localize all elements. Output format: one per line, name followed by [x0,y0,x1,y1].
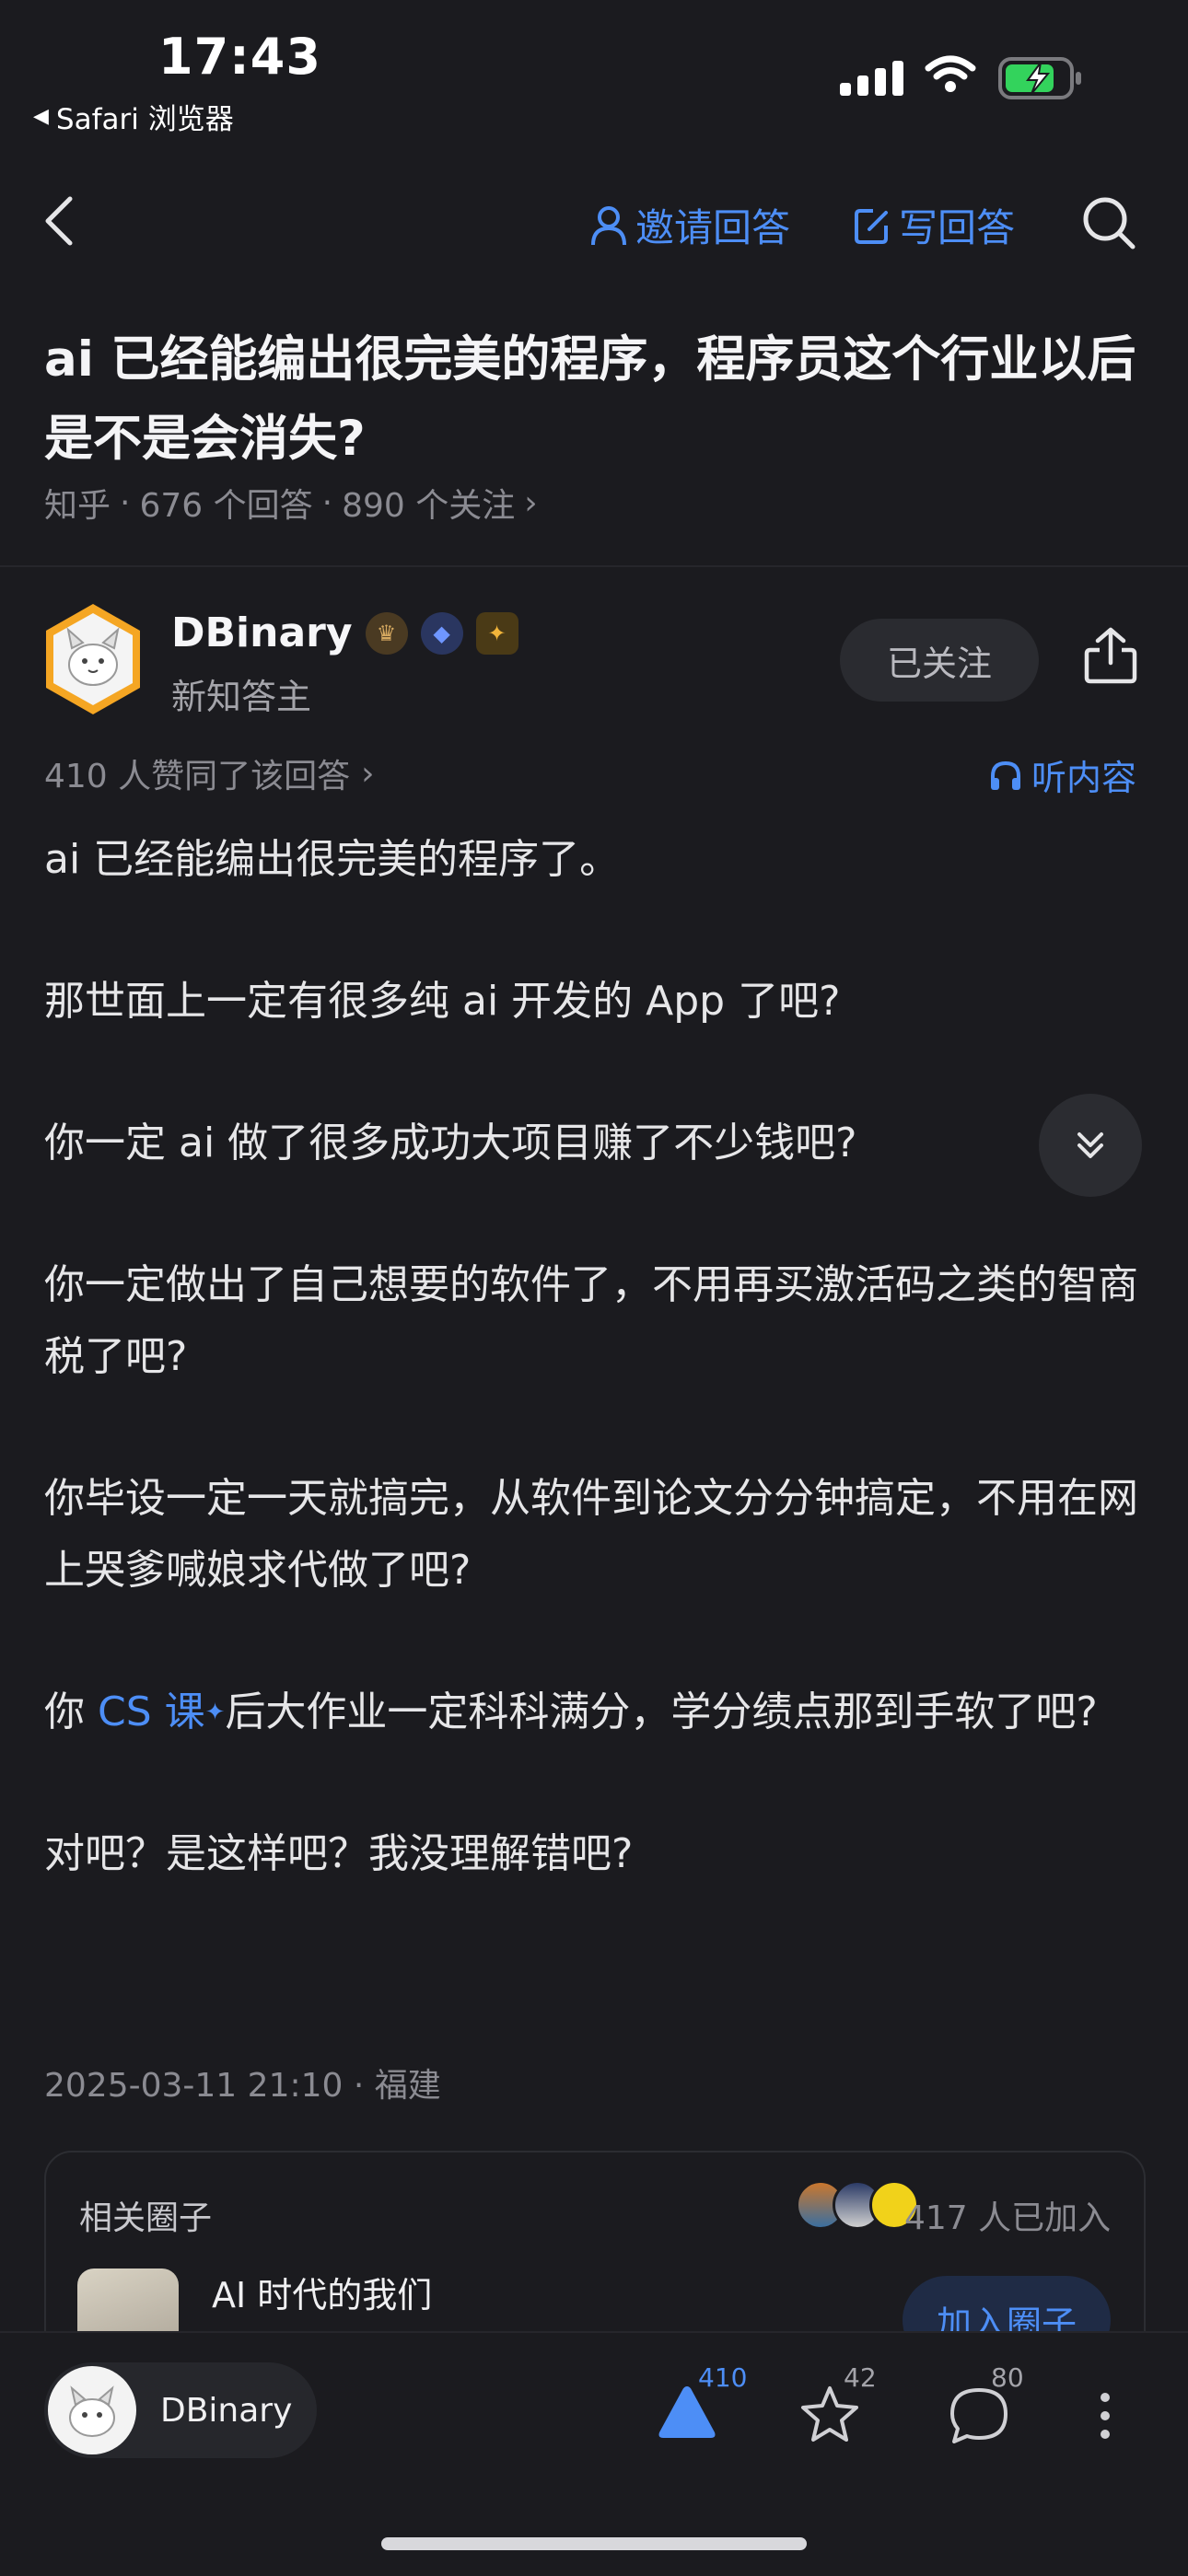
bottom-author-chip[interactable]: DBinary [44,2362,317,2458]
back-triangle-icon: ◀ [33,105,49,128]
upvote-count: 410 [698,2362,748,2393]
sparkle-icon: ✦ [204,1699,226,1726]
answer-content: ai 已经能编出很完美的程序了。 那世面上一定有很多纯 ai 开发的 App 了… [44,824,1149,1960]
double-chevron-down-icon [1077,1132,1103,1158]
more-button[interactable] [1098,2390,1112,2445]
question-meta[interactable]: 知乎 · 676 个回答 · 890 个关注 › [44,479,538,527]
home-indicator[interactable] [381,2537,807,2550]
cs-course-link[interactable]: CS 课 [98,1688,205,1735]
chevron-left-icon [45,196,73,246]
search-button[interactable] [1081,195,1136,254]
medal-badge-icon: ✦ [475,611,518,655]
search-icon [1083,197,1136,249]
invite-answer-label: 邀请回答 [635,205,791,250]
author-avatar-small [48,2366,136,2454]
headphones-icon [991,760,1020,790]
author-avatar[interactable] [41,602,146,716]
wifi-icon [925,55,976,98]
comment-icon [950,2388,1007,2443]
back-button[interactable] [42,195,76,250]
member-avatars [796,2180,919,2230]
comment-button[interactable] [949,2386,1009,2447]
chevron-right-icon: › [524,483,538,522]
person-icon [591,205,626,245]
joined-count: 417 人已加入 [904,2199,1112,2237]
author-name-row[interactable]: DBinary ♛ ◆ ✦ [171,609,518,656]
answer-paragraph: 对吧？是这样吧？我没理解错吧? [44,1830,634,1877]
share-icon [1084,627,1137,684]
answer-paragraph: ai 已经能编出很完美的程序了。 [44,836,621,883]
invite-answer-button[interactable]: 邀请回答 [589,197,790,253]
signal-icon [840,61,903,96]
more-vertical-icon [1101,2393,1110,2439]
paragraph-text: 你 [44,1688,98,1735]
crown-badge-icon: ♛ [365,611,408,655]
status-time: 17:43 [158,28,321,86]
question-source: 知乎 [44,487,111,525]
write-answer-button[interactable]: 写回答 [853,197,1015,253]
upvoters-link[interactable]: 410 人赞同了该回答 › [44,749,375,797]
comment-count: 80 [991,2362,1024,2393]
card-title: 相关圈子 [79,2199,213,2237]
follower-count: 890 个关注 [342,487,516,525]
author-name: DBinary [171,609,353,656]
follow-button[interactable]: 已关注 [840,619,1039,702]
battery-icon [998,57,1083,103]
share-button[interactable] [1083,626,1138,689]
bottom-author-name: DBinary [160,2391,293,2430]
edit-icon [855,208,888,244]
answer-paragraph: 你一定 ai 做了很多成功大项目赚了不少钱吧? [44,1120,857,1166]
circle-name[interactable]: AI 时代的我们 [212,2267,432,2317]
diamond-badge-icon: ◆ [420,611,463,655]
answer-paragraph: 你 CS 课✦后大作业一定科科满分，学分绩点那到手软了吧? [44,1677,1149,1748]
answer-count: 676 个回答 [139,487,313,525]
back-app-label: Safari 浏览器 [55,103,234,136]
paragraph-text: 后大作业一定科科满分，学分绩点那到手软了吧? [225,1688,1098,1735]
answer-paragraph: 那世面上一定有很多纯 ai 开发的 App 了吧? [44,978,841,1025]
listen-label: 听内容 [1031,758,1137,798]
divider [0,565,1188,567]
star-icon [801,2386,858,2442]
author-subtitle: 新知答主 [171,677,312,717]
listen-button[interactable]: 听内容 [989,749,1136,800]
answer-paragraph: 你毕设一定一天就搞完，从软件到论文分分钟搞定，不用在网上哭爹喊娘求代做了吧? [44,1475,1138,1594]
scroll-next-button[interactable] [1039,1094,1142,1197]
write-answer-label: 写回答 [899,205,1016,250]
favorite-button[interactable] [799,2385,860,2447]
question-title[interactable]: ai 已经能编出很完美的程序，程序员这个行业以后是不是会消失? [44,320,1149,479]
answer-paragraph: 你一定做出了自己想要的软件了，不用再买激活码之类的智商税了吧? [44,1261,1138,1380]
answer-date-location: 2025-03-11 21:10 · 福建 [44,2067,441,2105]
back-to-app-link[interactable]: ◀ Safari 浏览器 [33,96,234,137]
chevron-right-icon: › [361,754,375,793]
favorite-count: 42 [844,2362,877,2393]
upvoters-text: 410 人赞同了该回答 [44,758,351,795]
